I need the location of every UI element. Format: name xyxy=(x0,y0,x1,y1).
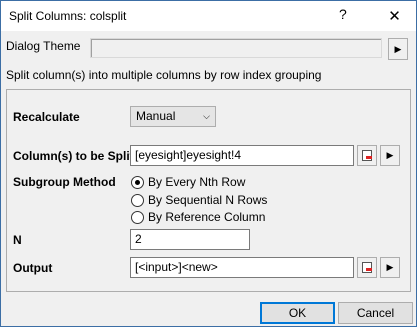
output-label: Output xyxy=(13,261,53,275)
radio-label: By Reference Column xyxy=(148,210,266,224)
columns-arrow-button[interactable]: ▶ xyxy=(380,145,400,166)
recalculate-label: Recalculate xyxy=(13,110,80,124)
play-arrow-icon: ▶ xyxy=(394,43,402,54)
play-arrow-icon: ▶ xyxy=(386,262,394,272)
title-bar: Split Columns: colsplit ? ✕ xyxy=(1,1,416,31)
dialog-theme-arrow-button[interactable]: ▶ xyxy=(388,38,408,60)
description-text: Split column(s) into multiple columns by… xyxy=(6,68,322,82)
window-title: Split Columns: colsplit xyxy=(9,9,127,23)
n-input[interactable]: 2 xyxy=(130,229,250,250)
radio-unselected-icon xyxy=(131,210,144,224)
recalculate-select[interactable]: Manual ⌵ xyxy=(130,106,216,127)
radio-unselected-icon xyxy=(131,193,144,207)
help-button[interactable]: ? xyxy=(339,6,347,22)
dialog-theme-field[interactable] xyxy=(90,38,382,58)
radio-selected-icon xyxy=(131,175,144,189)
columns-range-picker-icon[interactable] xyxy=(357,145,377,166)
close-button[interactable]: ✕ xyxy=(373,1,416,31)
radio-by-reference-column[interactable]: By Reference Column xyxy=(131,209,265,225)
play-arrow-icon: ▶ xyxy=(386,150,394,160)
output-input[interactable]: [<input>]<new> xyxy=(130,257,354,278)
dialog-theme-label: Dialog Theme xyxy=(6,39,81,53)
n-label: N xyxy=(13,233,22,247)
dialog-window: Split Columns: colsplit ? ✕ Dialog Theme… xyxy=(0,0,417,327)
radio-by-sequential-n-rows[interactable]: By Sequential N Rows xyxy=(131,192,267,208)
subgroup-method-label: Subgroup Method xyxy=(13,175,116,189)
columns-to-split-label: Column(s) to be Split xyxy=(13,149,134,163)
chevron-down-icon: ⌵ xyxy=(203,111,210,121)
recalculate-value: Manual xyxy=(136,109,176,123)
radio-label: By Sequential N Rows xyxy=(148,193,268,207)
columns-to-split-input[interactable]: [eyesight]eyesight!4 xyxy=(130,145,354,166)
cancel-button[interactable]: Cancel xyxy=(338,302,413,324)
ok-button[interactable]: OK xyxy=(260,302,335,324)
output-range-picker-icon[interactable] xyxy=(357,257,377,278)
output-arrow-button[interactable]: ▶ xyxy=(380,257,400,278)
radio-by-every-nth-row[interactable]: By Every Nth Row xyxy=(131,174,245,190)
radio-label: By Every Nth Row xyxy=(148,175,246,189)
